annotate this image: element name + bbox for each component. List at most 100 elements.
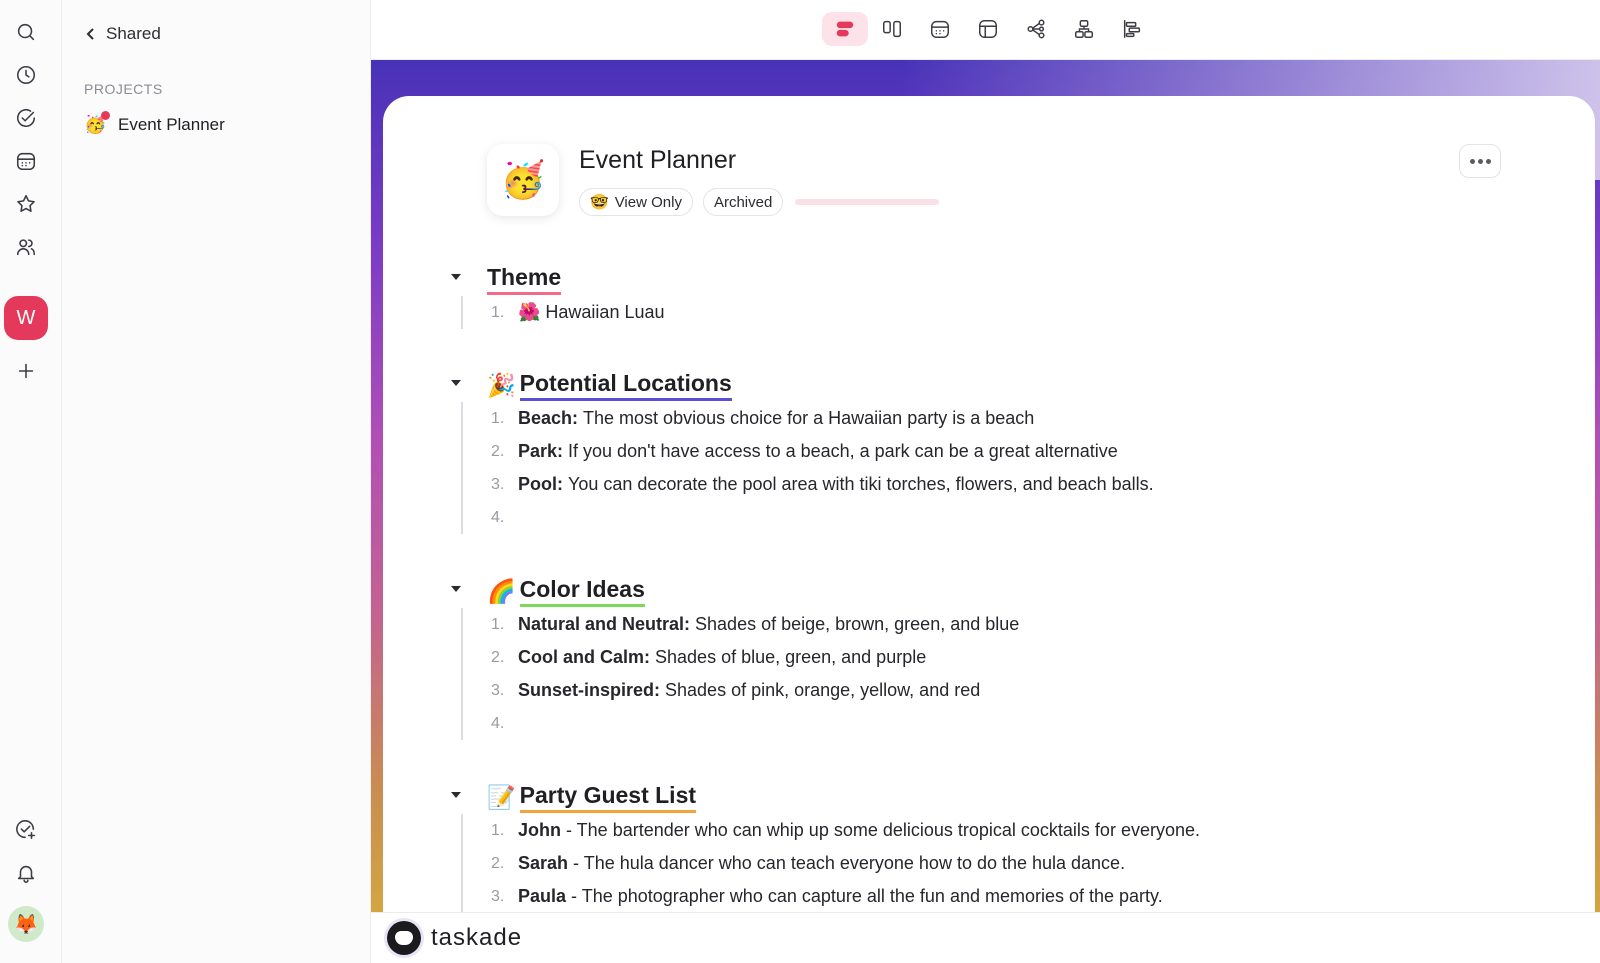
taskade-logo-icon [387,921,421,955]
user-avatar[interactable]: 🦊 [8,906,44,942]
orgchart-view-button[interactable] [1061,12,1107,46]
section-list: 1. Natural and Neutral: Shades of beige, b… [461,608,1019,740]
brand-name: taskade [431,924,523,951]
mindmap-view-button[interactable] [1013,12,1059,46]
item-label-bold: Park: [518,441,564,461]
sidebar-item-event-planner[interactable]: 🥳 Event Planner [84,111,225,135]
item-number: 1. [491,615,505,633]
section-title-text: Potential Locations [519,370,732,401]
table-view-button[interactable] [965,12,1011,46]
section-title[interactable]: Theme [487,264,562,295]
project-icon[interactable]: 🥳 [487,144,559,216]
item-number: 4. [491,508,505,526]
item-text: You can decorate the pool area with tiki… [568,474,1154,494]
section-header: 🌈 Color Ideas [451,574,1019,608]
item-text: 🌺 Hawaiian Luau [518,302,665,322]
collapse-caret-icon[interactable] [451,792,461,798]
notification-dot [101,111,110,120]
main-area: 🥳 Event Planner 🤓 View Only Archived The… [371,60,1600,912]
item-number: 1. [491,821,505,839]
add-task-icon[interactable] [11,815,41,845]
item-label-bold: Cool and Calm: [518,647,651,667]
item-label-bold: Sunset-inspired: [518,680,661,700]
item-number: 2. [491,442,505,460]
document-card: 🥳 Event Planner 🤓 View Only Archived The… [383,96,1595,912]
page-title[interactable]: Event Planner [579,146,736,175]
view-switcher-bar [371,0,1600,60]
people-icon[interactable] [11,232,41,262]
list-item[interactable]: 4. [491,501,1154,534]
check-circle-icon[interactable] [11,103,41,133]
star-icon[interactable] [11,189,41,219]
view-only-label: View Only [614,193,682,211]
item-label-bold: John [518,820,561,840]
more-options-button[interactable] [1459,144,1501,178]
section-title[interactable]: 📝 Party Guest List [487,782,697,813]
side-panel: Shared PROJECTS 🥳 Event Planner [62,0,371,963]
list-item[interactable]: 2. Park: If you don't have access to a bea… [491,435,1154,468]
item-text: Shades of blue, green, and purple [655,647,927,667]
list-item[interactable]: 3. Paula - The photographer who can captur… [491,880,1200,912]
list-item[interactable]: 2. Sarah - The hula dancer who can teach e… [491,847,1200,880]
item-text: If you don't have access to a beach, a p… [568,441,1118,461]
item-label-bold: Paula [518,886,567,906]
section-title-text: Party Guest List [519,782,697,813]
item-text: - The photographer who can capture all t… [571,886,1163,906]
list-item[interactable]: 1. Beach: The most obvious choice for a Ha… [491,402,1154,435]
item-number: 3. [491,681,505,699]
section-title[interactable]: 🎉 Potential Locations [487,370,732,401]
list-item[interactable]: 3. Pool: You can decorate the pool area wi… [491,468,1154,501]
loading-bar [795,199,940,205]
item-number: 4. [491,714,505,732]
item-label-bold: Sarah [518,853,569,873]
section-emoji-icon: 🌈 [487,578,516,604]
clock-icon[interactable] [11,60,41,90]
archived-badge[interactable]: Archived [702,188,784,216]
project-emoji-icon: 🥳 [84,111,110,135]
plus-icon[interactable] [11,356,41,386]
bell-icon[interactable] [11,858,41,888]
section-emoji-icon: 🎉 [487,372,516,398]
outline-section: 🌈 Color Ideas 1. Natural and Neutral: Shades… [451,574,1019,740]
list-item[interactable]: 3. Sunset-inspired: Shades of pink, orange… [491,674,1019,707]
gantt-view-button[interactable] [1109,12,1155,46]
calendar-icon[interactable] [11,146,41,176]
list-item[interactable]: 1. John - The bartender who can whip up so… [491,814,1200,847]
collapse-caret-icon[interactable] [451,586,461,592]
list-view-button[interactable] [822,12,868,46]
workspace-avatar[interactable]: W [4,296,48,340]
outline-section: 📝 Party Guest List 1. John - The bartender w… [451,780,1200,912]
projects-section-label: PROJECTS [84,81,163,97]
item-text: Shades of beige, brown, green, and blue [695,614,1020,634]
sidebar-item-label: Event Planner [118,114,225,134]
view-only-badge[interactable]: 🤓 View Only [579,188,693,216]
item-label-bold: Pool: [518,474,563,494]
board-view-button[interactable] [869,12,915,46]
section-list: 1. John - The bartender who can whip up so… [461,814,1200,912]
bottom-bar: taskade [371,912,1600,963]
section-emoji-icon: 📝 [487,784,516,810]
section-title[interactable]: 🌈 Color Ideas [487,576,645,607]
calendar-view-button[interactable] [917,12,963,46]
section-header: 🎉 Potential Locations [451,368,1154,402]
section-list: 1. Beach: The most obvious choice for a Ha… [461,402,1154,534]
list-item[interactable]: 1. 🌺 Hawaiian Luau [491,296,665,329]
item-label-bold: Natural and Neutral: [518,614,691,634]
item-text: The most obvious choice for a Hawaiian p… [583,408,1035,428]
collapse-caret-icon[interactable] [451,274,461,280]
icon-rail: W 🦊 [0,0,62,963]
list-item[interactable]: 1. Natural and Neutral: Shades of beige, b… [491,608,1019,641]
list-item[interactable]: 2. Cool and Calm: Shades of blue, green, a… [491,641,1019,674]
section-title-text: Color Ideas [519,576,645,607]
item-number: 1. [491,409,505,427]
list-item[interactable]: 4. [491,707,1019,740]
back-label: Shared [106,24,161,43]
outline-section: Theme 1. 🌺 Hawaiian Luau [451,262,665,329]
search-icon[interactable] [11,17,41,47]
back-button[interactable]: Shared [84,24,161,44]
collapse-caret-icon[interactable] [451,380,461,386]
item-number: 2. [491,854,505,872]
chevron-left-icon [86,28,94,40]
item-number: 2. [491,648,505,666]
nerd-face-icon: 🤓 [590,194,609,211]
